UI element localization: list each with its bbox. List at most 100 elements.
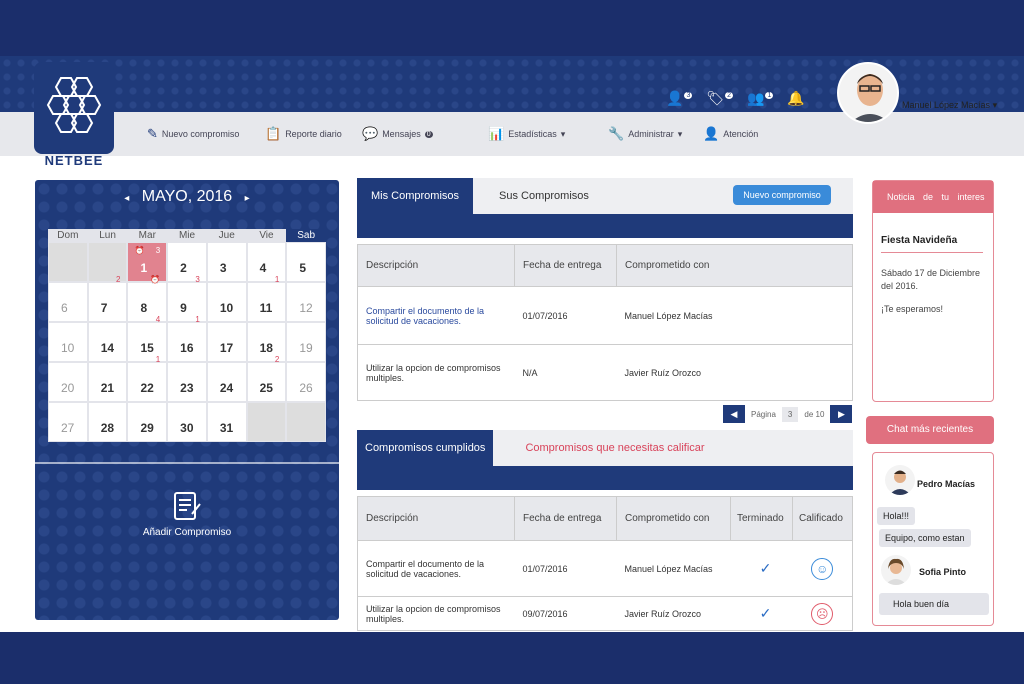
calendar-day[interactable]: 72 xyxy=(87,275,128,322)
tag-icon[interactable]: 🏷 2 xyxy=(706,90,734,107)
tab-mis-compromisos[interactable]: Mis Compromisos xyxy=(357,178,474,214)
day-number: 16 xyxy=(180,341,194,355)
chat-message: Hola!!! xyxy=(877,507,916,525)
group-icon[interactable]: 👥 1 xyxy=(747,90,774,107)
calendar-day[interactable]: 31 xyxy=(206,402,247,442)
day-number: 2 xyxy=(180,261,187,275)
calendar-day[interactable]: 19 xyxy=(286,322,327,362)
calendar-day[interactable]: 2 xyxy=(167,242,207,282)
calendar-day[interactable]: 17 xyxy=(206,322,247,362)
event-badge: ⏰ xyxy=(150,275,161,284)
menu-mensajes[interactable]: 💬 Mensajes 0 xyxy=(362,126,433,142)
calendar-weekdays: Dom Lun Mar Mie Jue Vie Sab xyxy=(48,229,327,242)
table-row[interactable]: Utilizar la opcion de compromisos multip… xyxy=(357,596,853,631)
prev-page-button[interactable]: ◀ xyxy=(723,405,745,423)
chat-name: Pedro Macías xyxy=(917,479,976,489)
calendar-day[interactable]: 11 1 xyxy=(246,275,287,322)
avatar[interactable] xyxy=(881,555,911,585)
app-frame: NETBEE 👤 3 🏷 2 👥 1 🔔 Manuel López Macías ▾ … xyxy=(0,56,1024,632)
calendar-day[interactable]: 25 2 xyxy=(246,355,287,402)
calendar-day[interactable]: 21 xyxy=(87,362,128,402)
hexagon-logo-icon xyxy=(46,77,102,133)
calendar-day[interactable]: 27 xyxy=(48,402,88,442)
calendar-day[interactable]: 6 xyxy=(48,282,88,322)
avatar[interactable] xyxy=(885,465,915,495)
calendar-day[interactable]: 29 xyxy=(127,402,168,442)
calendar-day[interactable]: 8 ⏰ xyxy=(127,275,168,322)
menu-nuevo-compromiso[interactable]: ✎ Nuevo compromiso xyxy=(147,126,239,142)
sad-face-icon[interactable]: ☹ xyxy=(811,602,834,625)
happy-face-icon[interactable]: ☺ xyxy=(811,557,834,580)
weekday-label: Mie xyxy=(178,230,196,241)
user-menu[interactable]: Manuel López Macías ▾ xyxy=(902,100,997,111)
bell-icon[interactable]: 🔔 xyxy=(787,90,804,107)
calendar-day[interactable]: 30 xyxy=(167,402,207,442)
day-number: 15 xyxy=(140,341,154,355)
table-row[interactable]: Compartir el documento de la solicitud d… xyxy=(357,286,853,345)
calendar-day[interactable]: 23 xyxy=(167,362,207,402)
day-number: 10 xyxy=(219,301,234,315)
panel-bar xyxy=(357,214,853,238)
prev-month-button[interactable]: ◂ xyxy=(124,193,129,204)
avatar[interactable] xyxy=(837,62,899,124)
notice-title[interactable]: Fiesta Navideña xyxy=(873,213,993,246)
calendar-day[interactable]: 10 xyxy=(48,322,88,362)
calendar-day[interactable]: 93 xyxy=(167,275,207,322)
chat-header[interactable]: Chat más recientes xyxy=(866,416,994,444)
user-icon[interactable]: 👤 3 xyxy=(666,90,693,107)
tab-compromisos-calificar[interactable]: Compromisos que necesitas calificar xyxy=(493,430,853,466)
netbee-logo[interactable]: NETBEE xyxy=(34,62,114,168)
table-header: Descripción Fecha de entrega Comprometid… xyxy=(357,244,853,287)
calendar-day[interactable]: 20 xyxy=(48,362,88,402)
chat-panel: Pedro Macías Hola!!! Equipo, como estan … xyxy=(872,452,994,626)
calendar-day[interactable]: 16 1 xyxy=(167,315,207,362)
calendar-day[interactable]: 24 xyxy=(206,362,247,402)
menu-atencion[interactable]: 👤 Atención xyxy=(703,126,758,142)
menu-reporte-diario[interactable]: 📋 Reporte diario xyxy=(265,126,342,142)
calendar-week: 27 28 29 30 31 xyxy=(48,402,327,442)
calendar-day[interactable]: 10 xyxy=(206,282,247,322)
day-number: 17 xyxy=(219,341,234,355)
chat-icon: 💬 xyxy=(362,126,379,141)
calendar-day[interactable]: 14 xyxy=(87,322,128,362)
completed-tabs: Compromisos cumplidos Compromisos que ne… xyxy=(357,430,853,466)
page-input[interactable]: 3 xyxy=(781,406,799,422)
day-number: 6 xyxy=(61,301,68,315)
menu-administrar[interactable]: 🔧 Administrar ▾ xyxy=(608,126,682,142)
next-page-button[interactable]: ▶ xyxy=(830,405,853,423)
divider xyxy=(35,462,339,464)
calendar-day[interactable]: 22 1 xyxy=(127,355,168,402)
calendar-title: ◂ MAYO, 2016 ▸ xyxy=(124,188,250,205)
calendar-day xyxy=(87,242,128,282)
completed-table: Descripción Fecha de entrega Comprometid… xyxy=(357,496,853,631)
event-badge: 3 xyxy=(195,275,200,284)
calendar-day[interactable]: 4 xyxy=(246,242,287,282)
tab-compromisos-cumplidos[interactable]: Compromisos cumplidos xyxy=(357,430,494,466)
notice-card: Noticia de tu interes Fiesta Navideña Sá… xyxy=(872,180,994,402)
table-row[interactable]: Utilizar la opcion de compromisos multip… xyxy=(357,344,853,401)
calendar-day[interactable]: 28 xyxy=(87,402,128,442)
table-row[interactable]: Compartir el documento de la solicitud d… xyxy=(357,540,853,597)
bar-chart-icon: 📊 xyxy=(488,126,505,141)
day-number: 24 xyxy=(219,381,234,395)
check-icon: ✓ xyxy=(730,596,793,631)
day-number: 7 xyxy=(100,301,108,315)
sofia-photo-icon xyxy=(881,555,911,585)
calendar-day[interactable]: 12 xyxy=(286,282,327,322)
chat-message: Hola buen día xyxy=(879,593,989,615)
calendar-day[interactable]: 3 xyxy=(206,242,247,282)
add-compromiso-button[interactable]: Añadir Compromiso xyxy=(35,490,339,538)
calendar-day[interactable]: 5 xyxy=(286,242,327,282)
day-number: 29 xyxy=(140,421,154,435)
calendar-day[interactable]: 15 4 xyxy=(127,315,168,362)
calendar-day[interactable]: 26 xyxy=(286,362,327,402)
nuevo-compromiso-button[interactable]: Nuevo compromiso xyxy=(733,185,831,205)
menu-estadisticas[interactable]: 📊 Estadísticas ▾ xyxy=(488,126,565,142)
calendar-day[interactable]: 1 3 ⏰ xyxy=(127,242,168,282)
next-month-button[interactable]: ▸ xyxy=(245,193,250,204)
day-number: 3 xyxy=(219,261,227,275)
calendar-day[interactable]: 18 xyxy=(246,322,287,362)
calendar-grid: Dom Lun Mar Mie Jue Vie Sab 1 3 ⏰ 2 3 4 5 6 7 2 8 ⏰ 9 3 10 11… xyxy=(48,229,327,442)
table-header: Descripción Fecha de entrega Comprometid… xyxy=(357,496,853,541)
calendar-week: 1 3 ⏰ 2 3 4 5 xyxy=(48,242,327,282)
